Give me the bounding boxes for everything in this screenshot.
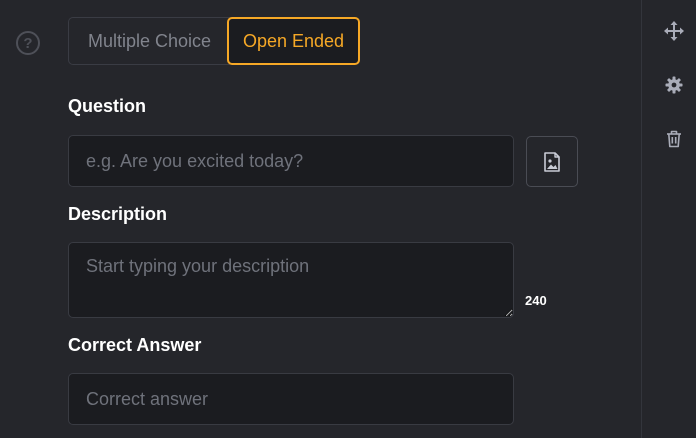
description-label: Description — [68, 204, 168, 224]
question-actions-sidebar — [641, 0, 696, 438]
correct-answer-label: Correct Answer — [68, 335, 202, 355]
image-upload-icon — [544, 151, 560, 172]
description-char-count: 240 — [525, 293, 547, 308]
help-icon[interactable]: ? — [16, 31, 40, 55]
description-textarea[interactable] — [68, 242, 514, 318]
question-input[interactable] — [68, 135, 514, 187]
trash-icon[interactable] — [664, 129, 684, 149]
question-editor: ? Multiple Choice Open Ended Question De… — [0, 0, 696, 438]
correct-answer-input[interactable] — [68, 373, 514, 425]
gear-icon[interactable] — [664, 75, 684, 95]
multiple-choice-tab[interactable]: Multiple Choice — [68, 17, 230, 65]
multiple-choice-label: Multiple Choice — [87, 30, 212, 51]
add-image-button[interactable] — [526, 136, 578, 187]
move-icon[interactable] — [664, 21, 684, 41]
question-label: Question — [68, 96, 147, 116]
open-ended-tab[interactable]: Open Ended — [227, 17, 360, 65]
open-ended-label: Open Ended — [242, 30, 345, 51]
